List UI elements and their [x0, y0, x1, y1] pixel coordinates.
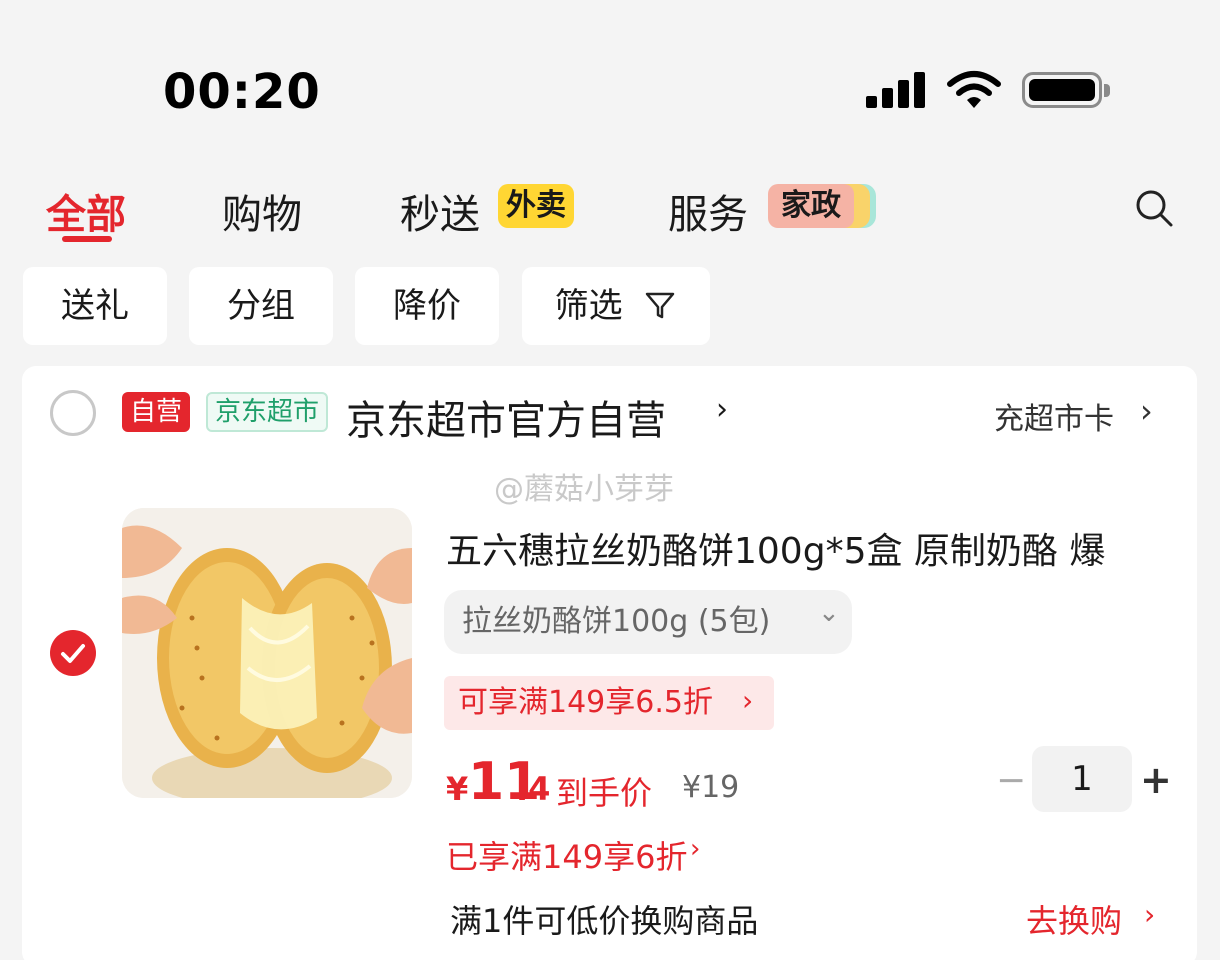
wifi-icon [947, 71, 1001, 108]
trade-up-chevron-icon[interactable]: › [1144, 898, 1155, 931]
final-price-label: 到手价 [556, 774, 653, 812]
item-select-checkbox[interactable] [50, 630, 96, 676]
tab-all[interactable]: 全部 [46, 182, 126, 240]
quantity-increase-button[interactable]: + [1140, 758, 1172, 802]
product-title[interactable]: 五六穗拉丝奶酪饼100g*5盒 原制奶酪 爆 [446, 522, 1166, 574]
shop-name-link[interactable]: 京东超市官方自营 [346, 388, 666, 446]
recharge-chevron-icon[interactable]: › [1140, 392, 1153, 430]
filter-gift-label: 送礼 [61, 286, 129, 326]
shop-chevron-icon[interactable]: › [716, 392, 728, 427]
active-tab-underline [62, 236, 112, 242]
status-time: 00:20 [163, 64, 321, 120]
spec-selector[interactable]: 拉丝奶酪饼100g (5包) [444, 590, 852, 654]
promo-label: 可享满149享6.5折 [458, 685, 713, 720]
tab-instant-delivery[interactable]: 秒送 [400, 182, 480, 240]
price-currency: ¥ [446, 770, 469, 808]
weibo-watermark: @蘑菇小芽芽 [494, 472, 674, 507]
signal-icon [866, 70, 928, 110]
filter-group-button[interactable]: 分组 [189, 267, 333, 345]
filter-gift-button[interactable]: 送礼 [23, 267, 167, 345]
filter-screen-button[interactable]: 筛选 [522, 267, 710, 345]
self-operated-badge: 自营 [122, 392, 191, 432]
battery-icon [1022, 72, 1102, 108]
promo-chevron-icon[interactable]: › [742, 684, 753, 717]
filter-price-drop-button[interactable]: 降价 [355, 267, 499, 345]
tab-services[interactable]: 服务 [668, 182, 748, 240]
quantity-input[interactable]: 1 [1032, 746, 1132, 812]
trade-up-link[interactable]: 去换购 [1026, 896, 1122, 942]
tab-shopping[interactable]: 购物 [222, 182, 302, 240]
price-decimal: .4 [516, 770, 551, 808]
applied-discount-text[interactable]: 已享满149享6折 [446, 832, 687, 878]
filter-funnel-icon [646, 292, 675, 319]
chevron-down-icon[interactable]: ⌄ [818, 598, 840, 628]
tab-tag-housekeeping: 家政 [768, 184, 854, 228]
tab-tag-takeout: 外卖 [498, 184, 574, 228]
quantity-decrease-button[interactable]: − [996, 760, 1026, 801]
applied-discount-chevron-icon[interactable]: › [690, 834, 700, 864]
status-icons [866, 70, 1116, 110]
recharge-card-link[interactable]: 充超市卡 [994, 394, 1114, 438]
tab-tag-housekeeping-wrap: 家政 [768, 184, 876, 228]
checkmark-icon [61, 644, 85, 663]
original-price: ¥19 [682, 770, 740, 805]
shop-select-checkbox[interactable] [50, 390, 96, 436]
battery-tip [1104, 84, 1110, 97]
product-image[interactable] [122, 508, 412, 798]
filter-group-label: 分组 [227, 286, 295, 326]
filter-price-drop-label: 降价 [393, 286, 461, 326]
jd-supermarket-badge: 京东超市 [206, 392, 329, 432]
filter-screen-label: 筛选 [554, 286, 623, 326]
trade-up-note: 满1件可低价换购商品 [450, 902, 759, 940]
spec-label: 拉丝奶酪饼100g (5包) [462, 604, 771, 639]
search-icon[interactable] [1134, 188, 1174, 228]
promo-offer[interactable]: 可享满149享6.5折 [444, 676, 774, 730]
